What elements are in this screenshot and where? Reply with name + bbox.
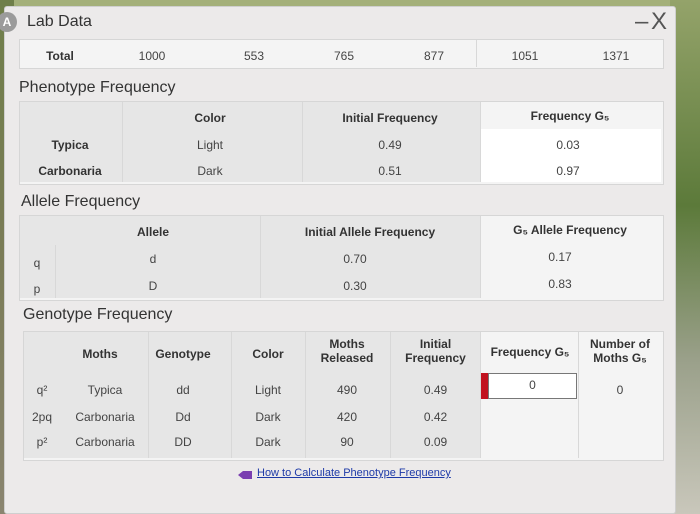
allele-header-initial: Initial Allele Frequency [304, 225, 436, 239]
phenotype-color: Dark [197, 164, 223, 178]
genotype-header-initial: Initial Frequency [393, 337, 478, 365]
divider [480, 102, 481, 182]
genotype-heading: Genotype Frequency [23, 306, 173, 323]
total-value: 553 [243, 49, 265, 63]
genotype-initial: 0.49 [423, 383, 448, 397]
allele-gs: 0.17 [548, 250, 572, 264]
allele-header-gs: G₅ Allele Frequency [513, 223, 627, 237]
genotype-released: 490 [336, 383, 358, 397]
phenotype-initial: 0.49 [378, 138, 402, 152]
info-icon [237, 467, 253, 479]
phenotype-name: Carbonaria [38, 164, 102, 178]
header-line: Frequency [405, 351, 466, 365]
allele-header-allele: Allele [136, 225, 169, 239]
allele-initial: 0.30 [343, 279, 367, 293]
genotype-moth: Typica [87, 383, 123, 397]
genotype-symbol: q² [36, 383, 48, 397]
genotype-header-number: Number of Moths G₅ [580, 337, 660, 365]
divider [476, 40, 477, 67]
genotype-released: 90 [340, 435, 354, 449]
app-icon: A [0, 12, 17, 32]
genotype-color: Dark [255, 435, 281, 449]
close-button[interactable]: – X [635, 8, 667, 36]
totals-label: Total [46, 49, 74, 63]
phenotype-header-initial: Initial Frequency [342, 111, 438, 125]
header-line: Moths [329, 337, 365, 351]
genotype-header-freq-gs: Frequency G₅ [490, 345, 570, 359]
divider [305, 332, 306, 458]
allele-symbol: p [33, 282, 41, 296]
divider [302, 102, 303, 182]
divider [122, 102, 123, 182]
genotype-header-color: Color [252, 347, 284, 361]
allele-letter: d [149, 252, 157, 266]
genotype-header-moths: Moths [82, 347, 118, 361]
phenotype-heading: Phenotype Frequency [19, 79, 176, 96]
genotype-code: DD [174, 435, 192, 449]
genotype-initial: 0.09 [423, 435, 448, 449]
genotype-initial: 0.42 [423, 410, 448, 424]
divider [480, 216, 481, 298]
allele-symbol: q [33, 256, 41, 270]
total-value: 1371 [602, 49, 630, 63]
genotype-moth: Carbonaria [75, 410, 135, 424]
genotype-symbol: p² [36, 435, 48, 449]
phenotype-header-color: Color [194, 111, 226, 125]
phenotype-name: Typica [51, 138, 89, 152]
divider [578, 332, 579, 458]
total-value: 877 [423, 49, 445, 63]
header-line: Initial [419, 337, 452, 351]
genotype-moth: Carbonaria [75, 435, 135, 449]
genotype-code: Dd [175, 410, 191, 424]
allele-initial: 0.70 [343, 252, 367, 266]
phenotype-color: Light [196, 138, 224, 152]
genotype-header-genotype: Genotype [155, 347, 211, 361]
header-line: Released [320, 351, 374, 365]
genotype-color: Dark [255, 410, 281, 424]
divider [260, 216, 261, 298]
phenotype-initial: 0.51 [378, 164, 402, 178]
divider [55, 245, 56, 298]
genotype-number: 0 [616, 383, 624, 397]
title-bar: A Lab Data – X [0, 7, 675, 37]
allele-heading: Allele Frequency [21, 193, 141, 210]
total-value: 1000 [138, 49, 166, 63]
genotype-released: 420 [336, 410, 358, 424]
frequency-gs-input[interactable]: 0 [488, 373, 577, 399]
genotype-color: Light [254, 383, 282, 397]
phenotype-freq-gs: 0.97 [556, 164, 580, 178]
genotype-header-released: Moths Released [307, 337, 387, 365]
genotype-symbol: 2pq [31, 410, 53, 424]
allele-letter: D [148, 279, 158, 293]
genotype-code: dd [176, 383, 190, 397]
divider [390, 332, 391, 458]
total-value: 765 [333, 49, 355, 63]
window-title: Lab Data [27, 13, 92, 30]
allele-gs: 0.83 [548, 277, 572, 291]
phenotype-freq-gs: 0.03 [556, 138, 580, 152]
header-line: Number of [590, 337, 650, 351]
header-line: Moths G₅ [593, 351, 647, 365]
divider [231, 332, 232, 458]
error-marker [481, 373, 488, 399]
phenotype-header-freq-gs: Frequency G₅ [530, 109, 610, 123]
total-value: 1051 [511, 49, 539, 63]
how-to-calculate-link[interactable]: How to Calculate Phenotype Frequency [257, 467, 451, 479]
lab-data-window: A Lab Data – X Total 1000 553 765 877 10… [0, 6, 676, 514]
